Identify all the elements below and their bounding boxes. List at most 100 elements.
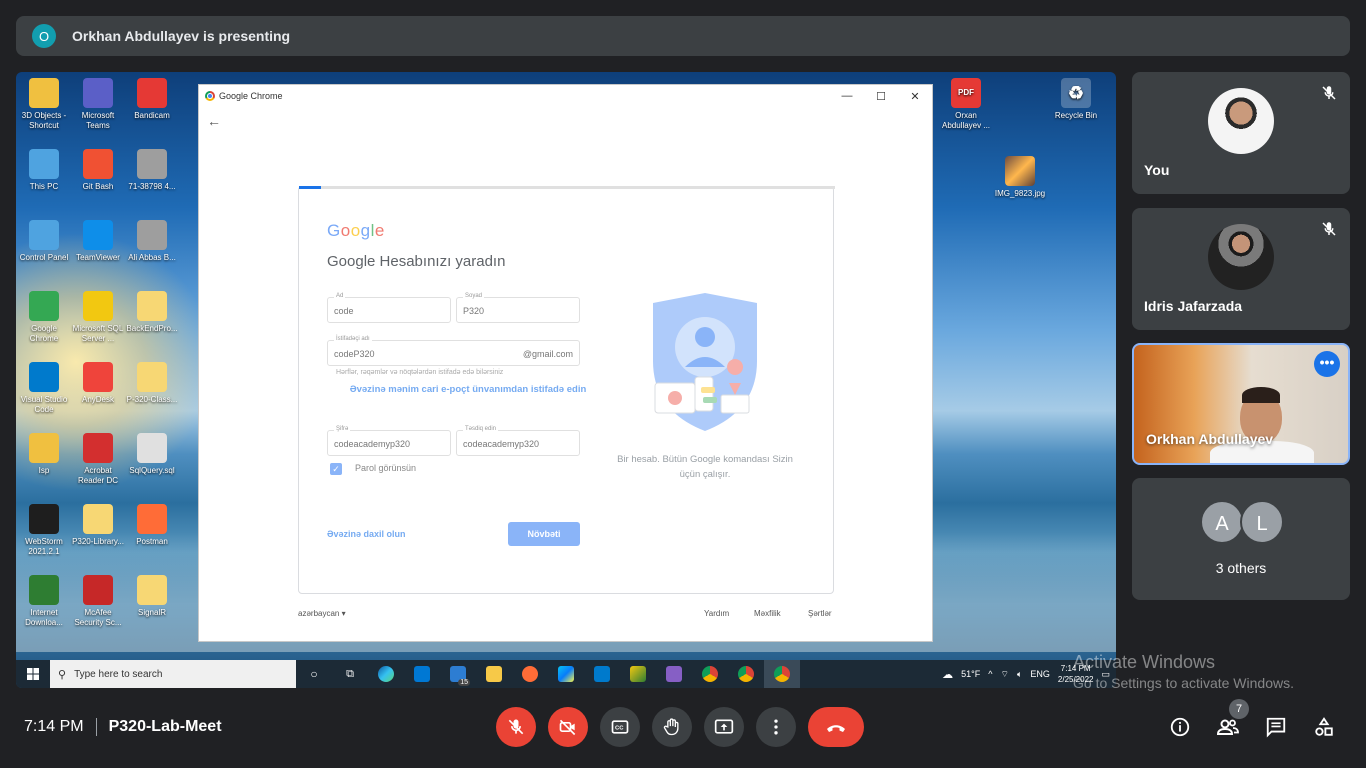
desktop-icon[interactable]: Postman: [124, 504, 180, 547]
task-view-icon[interactable]: ⧉: [332, 660, 368, 688]
participant-tile-others[interactable]: A L 3 others: [1132, 478, 1350, 600]
cortana-icon[interactable]: ○: [296, 660, 332, 688]
desktop-icon[interactable]: Internet Downloa...: [16, 575, 72, 628]
app-icon: [83, 149, 113, 179]
desktop-icon-recycle-bin[interactable]: ♻ Recycle Bin: [1048, 78, 1104, 121]
camera-toggle-button[interactable]: [548, 707, 588, 747]
visual-studio-taskbar-icon[interactable]: [656, 660, 692, 688]
close-button[interactable]: ✕: [898, 90, 932, 103]
desktop-icon-image[interactable]: IMG_9823.jpg: [992, 156, 1048, 199]
password-field[interactable]: Şifrə codeacademyp320: [327, 426, 451, 456]
last-name-field[interactable]: Soyad P320: [456, 293, 580, 323]
activities-button[interactable]: [1310, 713, 1338, 741]
chat-button[interactable]: [1262, 713, 1290, 741]
desktop-icon[interactable]: SqlQuery.sql: [124, 433, 180, 476]
app-icon: [29, 149, 59, 179]
google-logo: Google: [327, 221, 385, 240]
postman-taskbar-icon[interactable]: [512, 660, 548, 688]
desktop-icon[interactable]: P-320-Class...: [124, 362, 180, 405]
edge-icon[interactable]: [368, 660, 404, 688]
desktop-icon[interactable]: Ali Abbas B...: [124, 220, 180, 263]
confirm-password-field[interactable]: Təsdiq edin codeacademyp320: [456, 426, 580, 456]
desktop-icon[interactable]: Acrobat Reader DC: [70, 433, 126, 486]
desktop-icon-pdf[interactable]: PDF Orxan Abdullayev ...: [938, 78, 994, 131]
present-now-button[interactable]: [704, 707, 744, 747]
recycle-bin-icon: ♻: [1061, 78, 1091, 108]
participant-tile-you[interactable]: You: [1132, 72, 1350, 194]
minimize-button[interactable]: —: [830, 90, 864, 103]
mic-off-icon: [508, 719, 524, 735]
use-existing-email-link[interactable]: Əvəzinə mənim cari e-poçt ünvanımdan ist…: [327, 383, 609, 396]
next-button[interactable]: Növbəti: [508, 522, 580, 546]
desktop-icon[interactable]: AnyDesk: [70, 362, 126, 405]
first-name-field[interactable]: Ad code: [327, 293, 451, 323]
desktop-icon[interactable]: SignalR: [124, 575, 180, 618]
sql-server-taskbar-icon[interactable]: [620, 660, 656, 688]
footer-help-link[interactable]: Yardım: [704, 609, 729, 618]
more-options-icon[interactable]: •••: [1314, 351, 1340, 377]
participant-tile-orkhan[interactable]: ••• Orkhan Abdullayev: [1132, 343, 1350, 465]
store-icon[interactable]: [404, 660, 440, 688]
weather-icon[interactable]: ☁: [942, 668, 953, 681]
desktop-icon[interactable]: TeamViewer: [70, 220, 126, 263]
camera-off-icon: [559, 719, 576, 736]
microphone-toggle-button[interactable]: [496, 707, 536, 747]
app-icon: [29, 78, 59, 108]
desktop-icon[interactable]: Control Panel: [16, 220, 72, 263]
desktop-icon[interactable]: WebStorm 2021.2.1: [16, 504, 72, 557]
meeting-details-button[interactable]: [1166, 713, 1194, 741]
taskbar-search[interactable]: ⚲ Type here to search: [50, 660, 296, 688]
footer-privacy-link[interactable]: Məxfilik: [754, 609, 781, 618]
vscode-taskbar-icon[interactable]: [584, 660, 620, 688]
desktop-icon[interactable]: 71-38798 4...: [124, 149, 180, 192]
chrome-taskbar-icon-2[interactable]: [728, 660, 764, 688]
desktop-icon[interactable]: Isp: [16, 433, 72, 476]
more-vert-icon: [774, 719, 778, 735]
desktop-icon[interactable]: Google Chrome: [16, 291, 72, 344]
desktop-icon[interactable]: Microsoft SQL Server ...: [70, 291, 126, 344]
desktop-icon[interactable]: Git Bash: [70, 149, 126, 192]
chrome-taskbar-icon-1[interactable]: [692, 660, 728, 688]
participant-tile-idris[interactable]: Idris Jafarzada: [1132, 208, 1350, 330]
raise-hand-button[interactable]: [652, 707, 692, 747]
network-icon[interactable]: ⌔: [1001, 669, 1009, 680]
windows-start-icon[interactable]: [16, 660, 50, 688]
desktop-icon[interactable]: Bandicam: [124, 78, 180, 121]
participant-name: Orkhan Abdullayev: [1146, 431, 1274, 447]
image-file-icon: [1005, 156, 1035, 186]
temperature[interactable]: 51°F: [961, 669, 980, 679]
desktop-icon[interactable]: P320-Library...: [70, 504, 126, 547]
language-selector[interactable]: azərbaycan ▾: [298, 609, 346, 618]
desktop-icon[interactable]: BackEndPro...: [124, 291, 180, 334]
participant-name: You: [1144, 162, 1170, 178]
desktop-icon[interactable]: Visual Studio Code: [16, 362, 72, 415]
show-password-checkbox[interactable]: ✓: [330, 463, 342, 475]
sign-in-instead-link[interactable]: Əvəzinə daxil olun: [327, 529, 406, 539]
footer-terms-link[interactable]: Şərtlər: [808, 609, 832, 618]
hang-up-icon: [827, 725, 845, 732]
desktop-icon[interactable]: 3D Objects - Shortcut: [16, 78, 72, 131]
volume-icon[interactable]: 🔈︎: [1017, 669, 1022, 680]
mail-icon[interactable]: 15: [440, 660, 476, 688]
presenter-avatar: O: [32, 24, 56, 48]
gmail-suffix: @gmail.com: [522, 349, 573, 359]
presenting-banner: O Orkhan Abdullayev is presenting: [16, 16, 1350, 56]
desktop-icon[interactable]: McAfee Security Sc...: [70, 575, 126, 628]
maximize-button[interactable]: ☐: [864, 90, 898, 103]
raise-hand-icon: [663, 718, 679, 736]
desktop-icon[interactable]: This PC: [16, 149, 72, 192]
captions-button[interactable]: CC: [600, 707, 640, 747]
app-icon: [83, 220, 113, 250]
leave-call-button[interactable]: [808, 707, 864, 747]
desktop-icon[interactable]: Microsoft Teams: [70, 78, 126, 131]
back-arrow-icon[interactable]: ←: [207, 113, 221, 129]
username-field[interactable]: İstifadəçi adı codeP320 @gmail.com: [327, 336, 580, 366]
speaker-video-hair: [1242, 387, 1280, 403]
language-indicator[interactable]: ENG: [1030, 669, 1050, 679]
more-options-button[interactable]: [756, 707, 796, 747]
meeting-code[interactable]: P320-Lab-Meet: [109, 718, 222, 736]
tray-chevron-icon[interactable]: ^: [988, 669, 992, 679]
webstorm-taskbar-icon[interactable]: [548, 660, 584, 688]
file-explorer-icon[interactable]: [476, 660, 512, 688]
chrome-taskbar-icon-3[interactable]: [764, 660, 800, 688]
